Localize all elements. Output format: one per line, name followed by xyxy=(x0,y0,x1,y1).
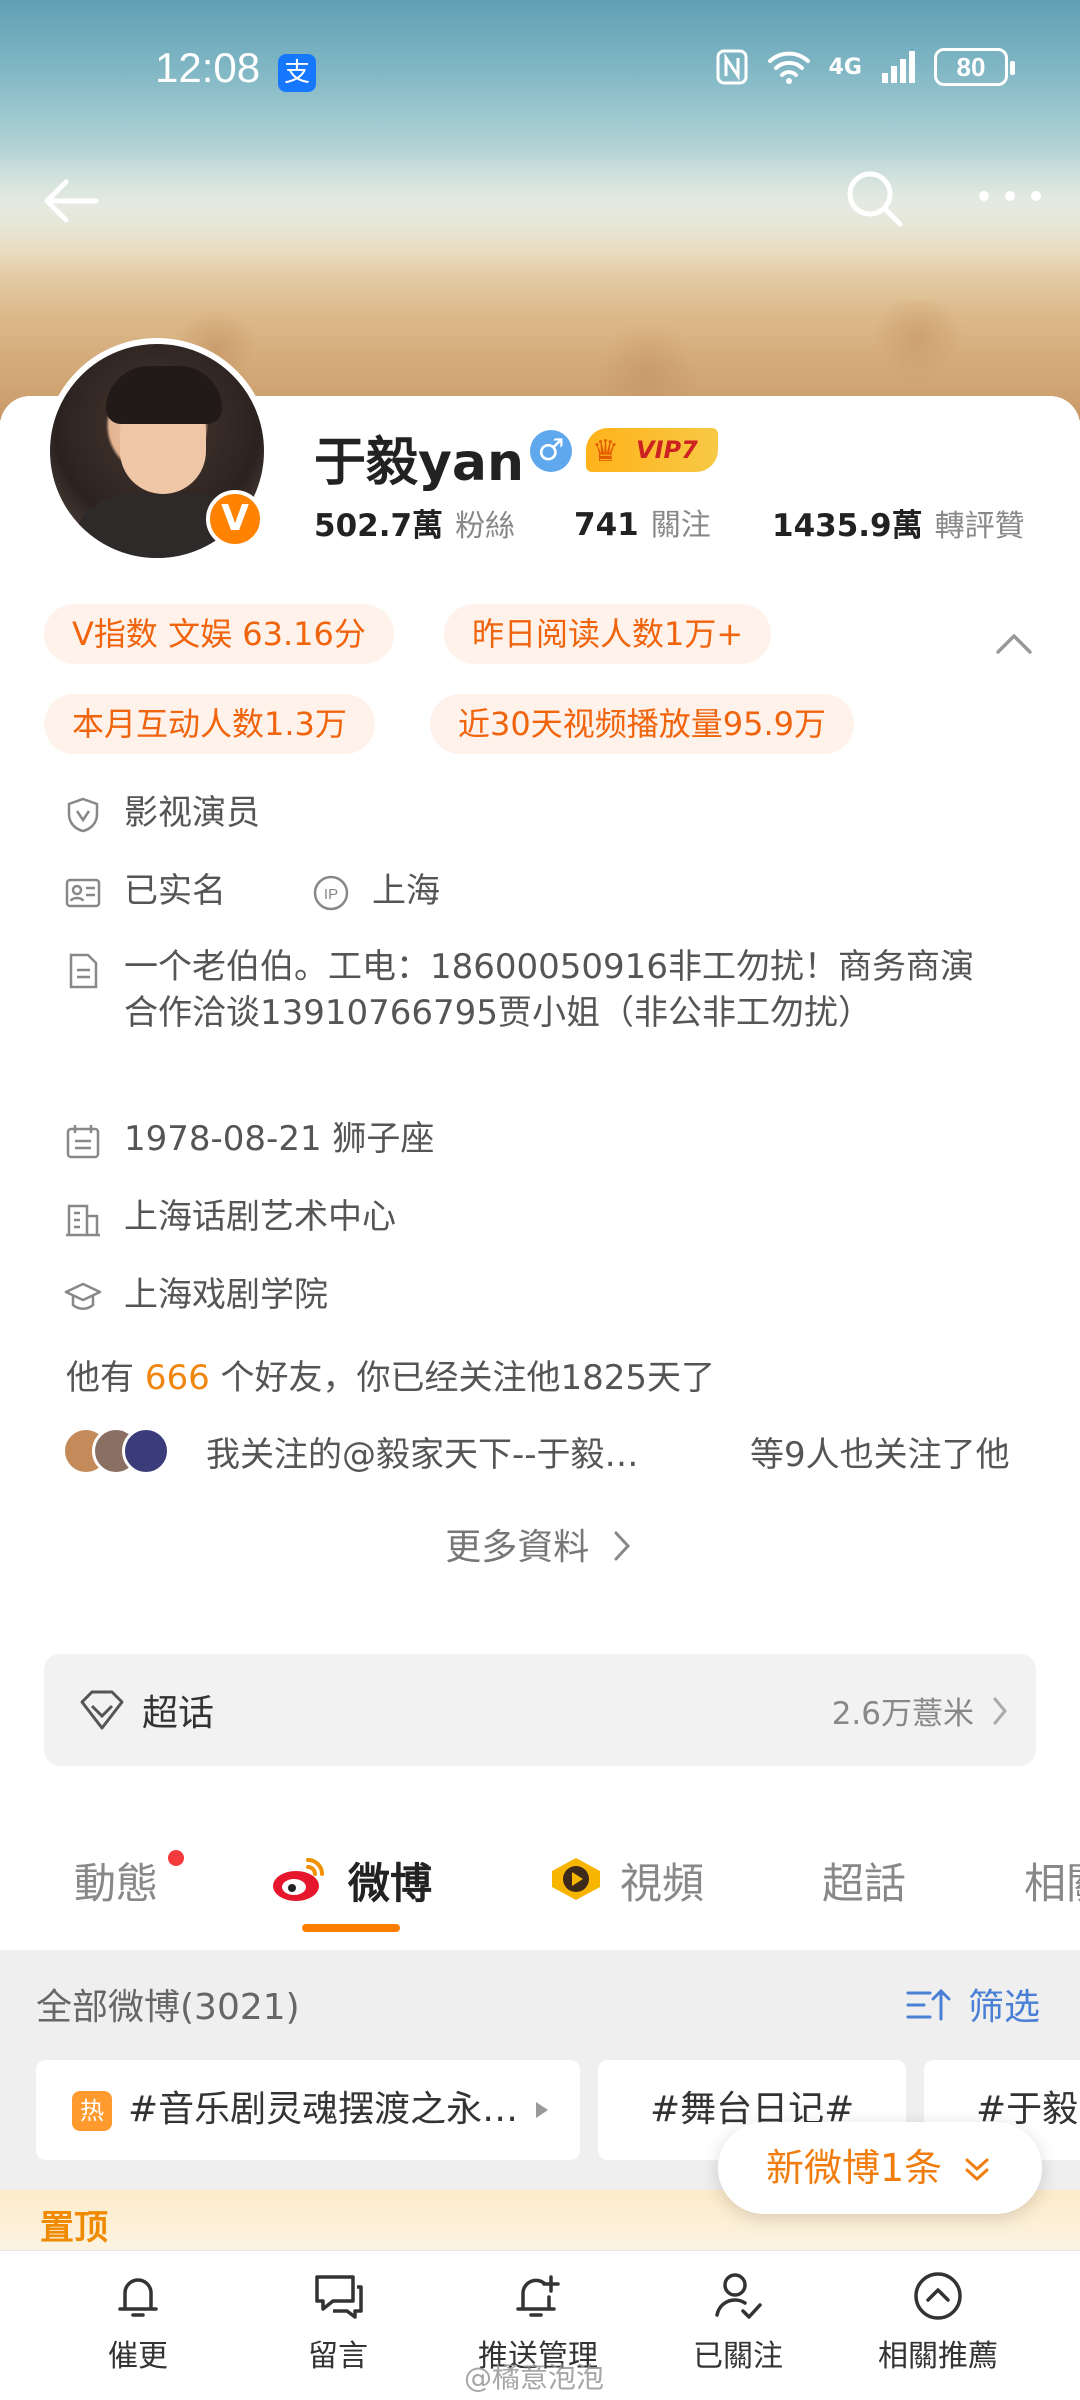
profile-name: 于毅yan xyxy=(314,433,525,493)
hot-badge: 热 xyxy=(72,2091,112,2131)
user-check-icon xyxy=(715,2273,762,2319)
followed-button[interactable]: 已關注 xyxy=(638,2269,838,2375)
stat-following[interactable]: 741 關注 xyxy=(574,500,772,545)
network-type: 4G xyxy=(828,54,862,80)
chevron-up-circle-icon xyxy=(914,2272,962,2320)
notification-dot xyxy=(168,1850,184,1866)
profile-stats: 502.7萬 粉絲 741 關注 1435.9萬 轉評贊 xyxy=(314,500,1072,545)
friends-summary[interactable]: 他有 666 个好友，你已经关注他1825天了 xyxy=(66,1350,715,1399)
stat-fans[interactable]: 502.7萬 粉絲 xyxy=(314,500,574,545)
chevron-up-icon[interactable] xyxy=(994,628,1034,658)
document-icon xyxy=(69,953,98,989)
stat-interactions[interactable]: 1435.9萬 轉評贊 xyxy=(772,500,1072,545)
filter-button[interactable]: 筛选 xyxy=(905,1978,1040,2030)
tag-daily-readers[interactable]: 昨日阅读人数1万+ xyxy=(444,604,772,664)
all-posts-count[interactable]: 全部微博(3021) xyxy=(36,1978,300,2030)
tab-dynamics[interactable]: 動態 xyxy=(74,1850,158,1911)
related-recommend-button[interactable]: 相關推薦 xyxy=(838,2269,1038,2375)
active-tab-indicator xyxy=(302,1924,400,1932)
battery-indicator: 80 xyxy=(934,48,1015,86)
pinned-label: 置顶 xyxy=(40,2208,108,2248)
crown-icon: ♛ xyxy=(592,434,619,469)
filter-icon xyxy=(906,1988,951,2021)
gender-icon: ♂ xyxy=(530,430,572,472)
chevron-right-icon xyxy=(614,1531,630,1561)
topic-chip[interactable]: 热 #音乐剧灵魂摆渡之永… xyxy=(36,2060,580,2160)
nfc-icon xyxy=(716,49,748,85)
id-card-icon xyxy=(65,878,101,908)
search-icon[interactable] xyxy=(840,164,910,234)
back-icon[interactable] xyxy=(36,166,106,236)
shield-icon xyxy=(67,797,99,833)
svg-text:IP: IP xyxy=(324,886,338,903)
weibo-icon xyxy=(273,1858,324,1901)
tag-v-index[interactable]: V指数 文娱 63.16分 xyxy=(44,604,394,664)
tag-monthly-interactions[interactable]: 本月互动人数1.3万 xyxy=(44,694,375,754)
chat-icon xyxy=(315,2275,363,2319)
tab-related[interactable]: 相關 xyxy=(1024,1850,1080,1911)
wifi-icon xyxy=(767,51,810,84)
video-icon xyxy=(552,1858,600,1900)
status-time: 12:08 xyxy=(155,44,261,91)
profile-bio: 一个老伯伯。工电：18600050916非工勿扰！商务商演合作洽谈1391076… xyxy=(124,947,974,1033)
mutual-avatars xyxy=(62,1425,192,1477)
friends-count: 666 xyxy=(144,1358,210,1398)
more-icon[interactable] xyxy=(970,164,1050,234)
verified-badge: V xyxy=(206,490,264,548)
vip-label: VIP7 xyxy=(636,436,698,464)
more-info-link[interactable]: 更多資料 xyxy=(0,1518,1080,1570)
signal-icon xyxy=(882,51,915,83)
message-button[interactable]: 留言 xyxy=(238,2269,438,2375)
diamond-icon xyxy=(80,1690,124,1730)
profile-tabs: 動態 微博 視頻 超話 相關 xyxy=(0,1800,1080,1950)
tab-video[interactable]: 視頻 xyxy=(620,1850,704,1911)
chevron-right-icon xyxy=(993,1697,1007,1725)
urge-update-button[interactable]: 催更 xyxy=(38,2269,238,2375)
bell-icon xyxy=(118,2278,158,2317)
chevron-double-down-icon xyxy=(965,2158,989,2182)
play-icon xyxy=(536,2102,548,2118)
bell-plus-icon xyxy=(516,2275,560,2317)
status-bar: 12:08 支 4G 80 xyxy=(0,40,1080,100)
super-topic-row[interactable]: 超话 2.6万薏米 xyxy=(44,1654,1036,1766)
top-nav xyxy=(0,160,1080,240)
mutual-followers[interactable]: 我关注的@毅家天下--于毅… 等9人也关注了他 xyxy=(62,1425,1052,1477)
tab-weibo[interactable]: 微博 xyxy=(348,1850,432,1911)
avatar xyxy=(122,1427,170,1475)
tab-super-topic[interactable]: 超話 xyxy=(822,1850,906,1911)
new-post-button[interactable]: 新微博1条 xyxy=(718,2122,1042,2214)
alipay-icon: 支 xyxy=(278,54,316,92)
tag-video-views[interactable]: 近30天视频播放量95.9万 xyxy=(430,694,854,754)
ip-icon: IP xyxy=(313,875,349,911)
building-icon xyxy=(66,1204,100,1237)
vip-badge[interactable]: ♛ VIP7 xyxy=(586,428,718,472)
watermark: @橘意泡泡 xyxy=(464,2361,605,2394)
calendar-icon xyxy=(66,1125,100,1159)
graduation-cap-icon xyxy=(64,1282,102,1310)
